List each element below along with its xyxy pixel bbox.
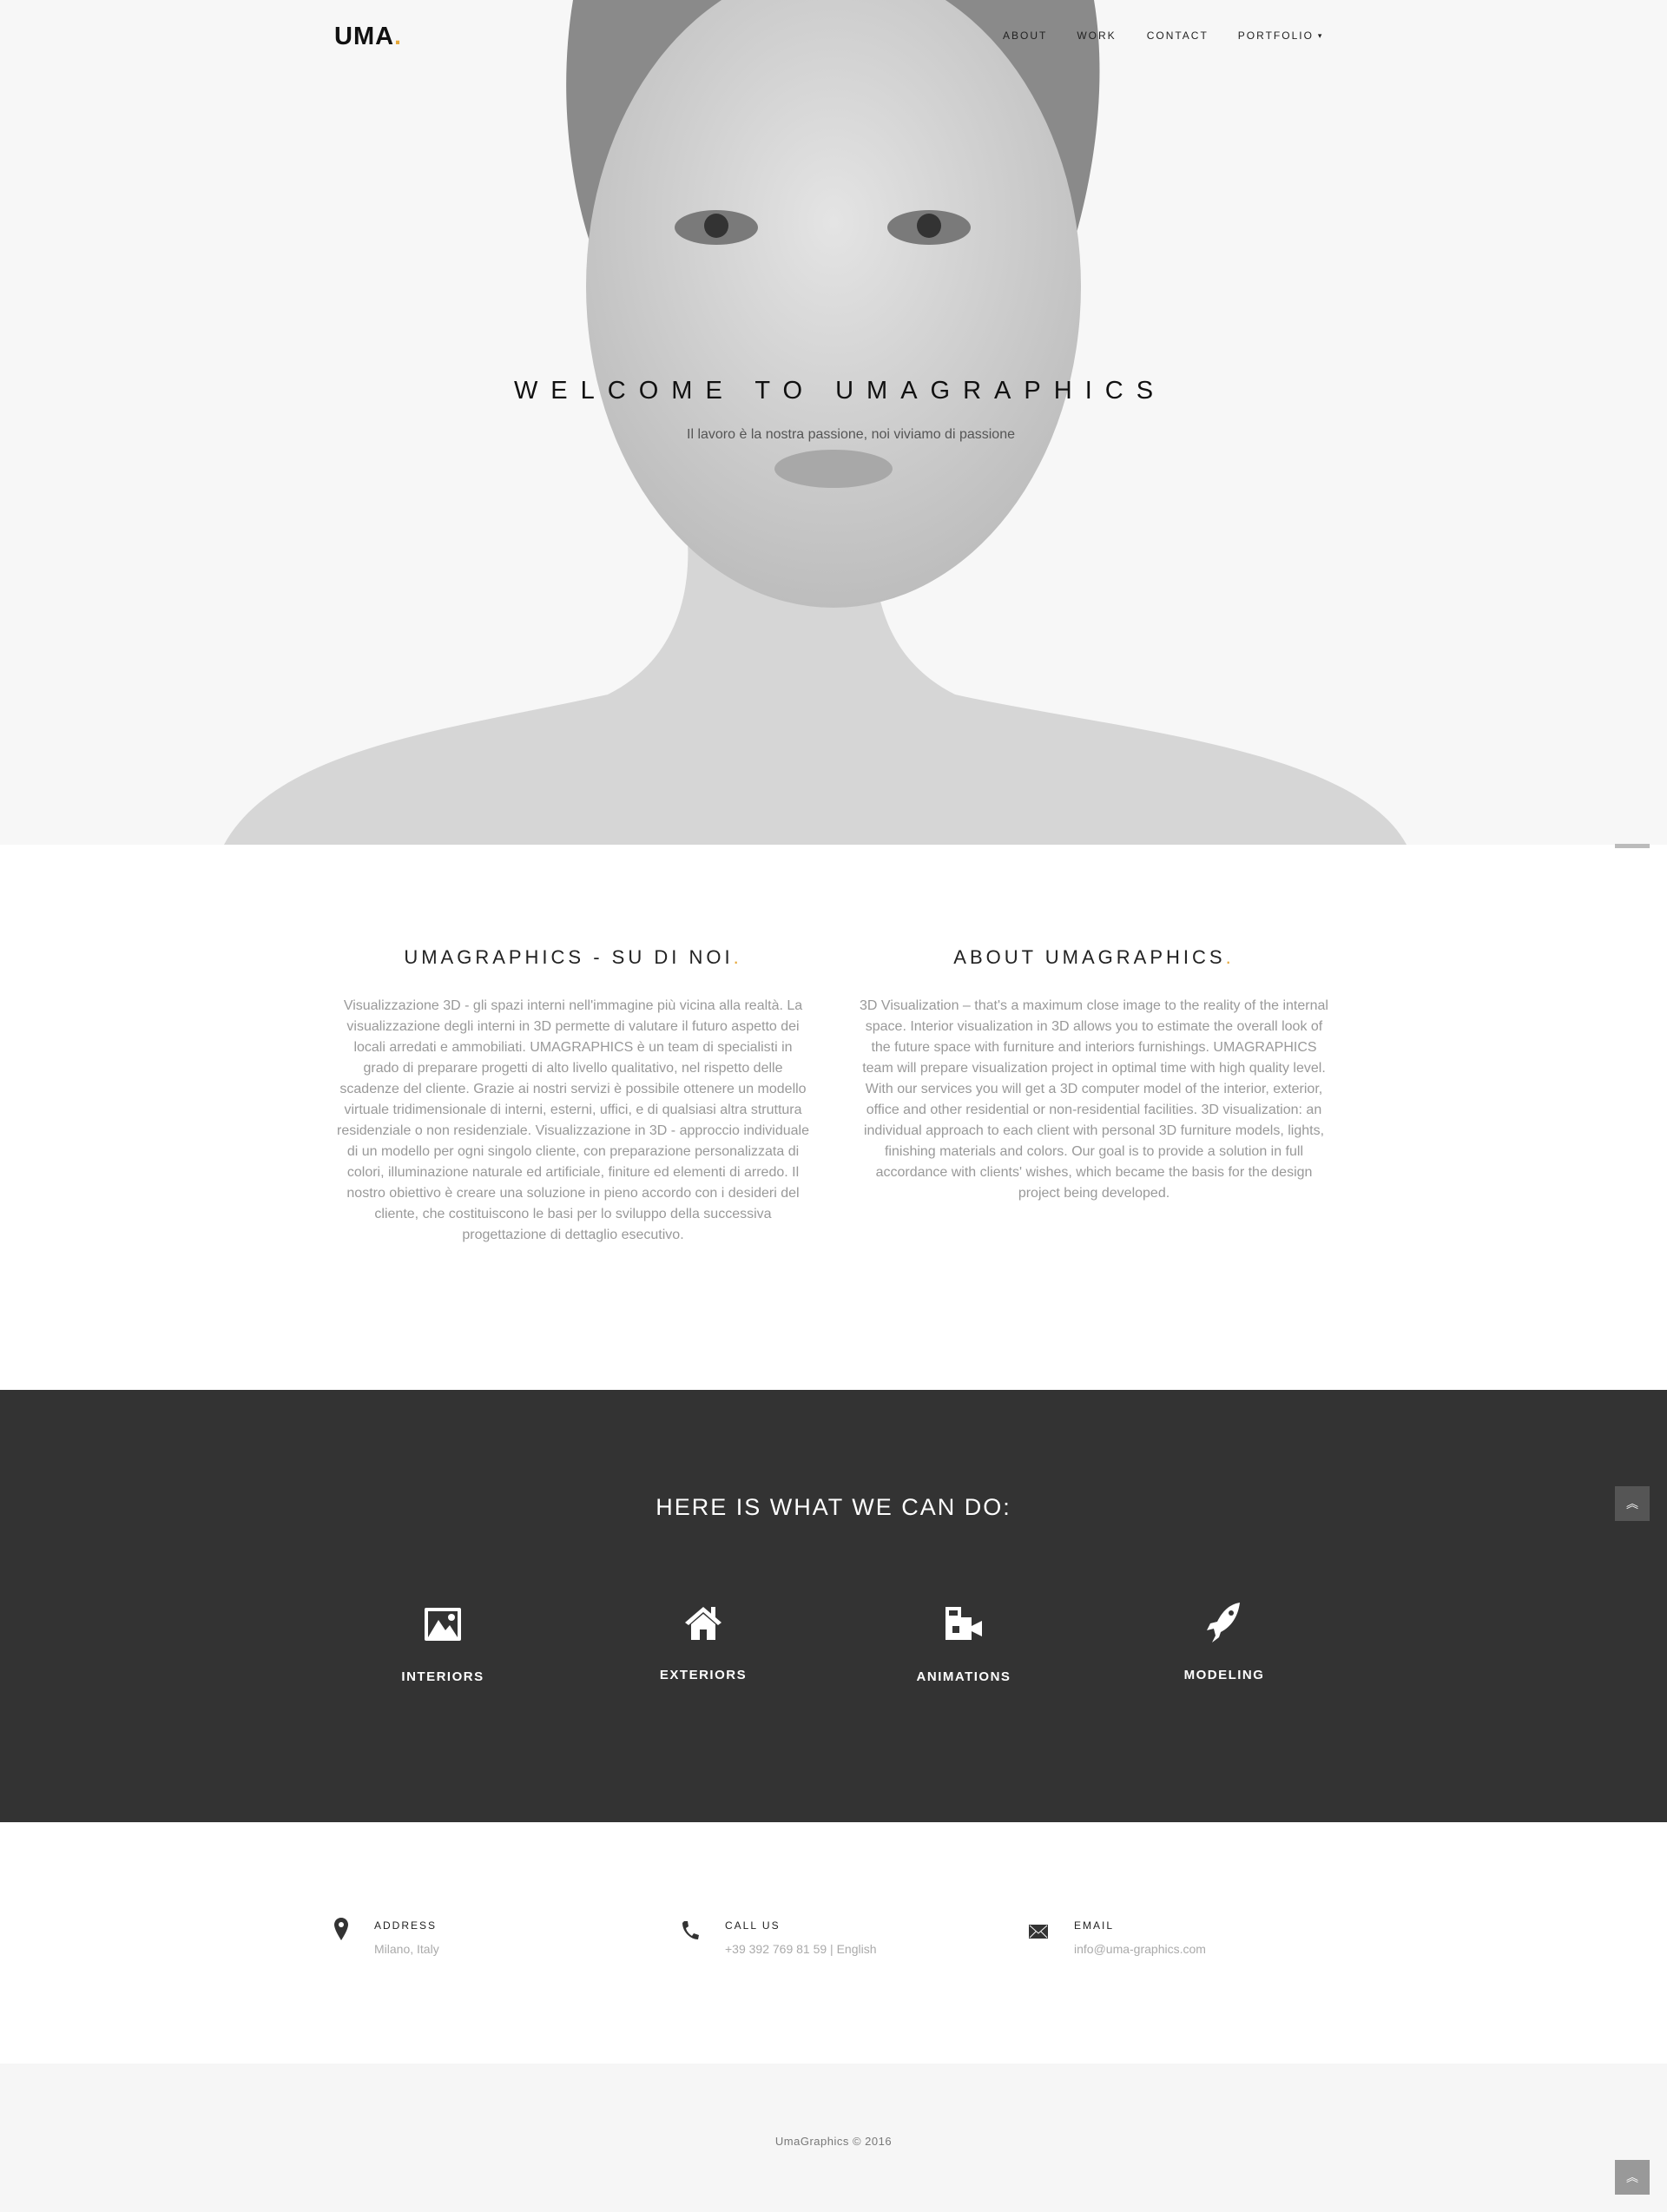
envelope-icon	[1029, 1925, 1048, 1939]
service-interiors[interactable]: INTERIORS	[356, 1598, 530, 1684]
contact-phone: CALL US +39 392 769 81 59 | English	[682, 1918, 877, 1956]
logo-dot: .	[394, 23, 403, 50]
hero-section: UMA. ABOUT WORK CONTACT PORTFOLIO ▾ WELCO…	[0, 0, 1667, 845]
contact-label: EMAIL	[1074, 1919, 1115, 1932]
double-chevron-up-icon: ︽	[1626, 1497, 1638, 1511]
copyright: UmaGraphics © 2016	[774, 2135, 893, 2148]
about-text: Visualizzazione 3D - gli spazi interni n…	[336, 998, 810, 1242]
contact-value[interactable]: +39 392 769 81 59 | English	[725, 1942, 877, 1956]
service-exteriors[interactable]: EXTERIORS	[616, 1596, 790, 1682]
section-heading: UMAGRAPHICS - SU DI NOI.	[334, 946, 812, 981]
contact-label: CALL US	[725, 1919, 781, 1932]
nav-portfolio[interactable]: PORTFOLIO ▾	[1238, 30, 1324, 42]
logo[interactable]: UMA.	[334, 23, 402, 51]
about-column-italian: UMAGRAPHICS - SU DI NOI. Visualizzazione…	[334, 920, 812, 1246]
portrait-image	[224, 0, 1407, 845]
rocket-icon	[1137, 1596, 1311, 1649]
nav-about[interactable]: ABOUT	[1003, 30, 1047, 42]
logo-text: UMA	[334, 23, 395, 50]
contact-value: Milano, Italy	[374, 1942, 439, 1956]
heading-dot: .	[1225, 946, 1235, 968]
video-camera-icon	[877, 1598, 1051, 1650]
scroll-top-button[interactable]: ︽	[1615, 2160, 1650, 2195]
services-title: HERE IS WHAT WE CAN DO:	[656, 1494, 1011, 1520]
contact-value[interactable]: info@uma-graphics.com	[1074, 1942, 1206, 1956]
service-label: INTERIORS	[401, 1669, 484, 1684]
nav-contact[interactable]: CONTACT	[1147, 30, 1209, 42]
service-animations[interactable]: ANIMATIONS	[877, 1598, 1051, 1684]
service-modeling[interactable]: MODELING	[1137, 1596, 1311, 1682]
contact-email: EMAIL info@uma-graphics.com	[1029, 1918, 1206, 1956]
contact-section: ADDRESS Milano, Italy CALL US +39 392 769 …	[0, 1822, 1667, 2064]
scroll-indicator[interactable]	[1615, 844, 1650, 848]
heading-text: ABOUT UMAGRAPHICS	[953, 946, 1226, 968]
back-to-top-button[interactable]: ︽	[1615, 1486, 1650, 1521]
heading-dot: .	[733, 946, 742, 968]
services-section: HERE IS WHAT WE CAN DO: INTERIORS EXTERI…	[0, 1390, 1667, 1822]
about-text: 3D Visualization – that's a maximum clos…	[860, 998, 1328, 1201]
heading-text: UMAGRAPHICS - SU DI NOI	[404, 946, 734, 968]
nav-label: CONTACT	[1146, 30, 1209, 42]
service-label: MODELING	[1183, 1668, 1265, 1682]
about-section: UMAGRAPHICS - SU DI NOI. Visualizzazione…	[334, 920, 1333, 1246]
house-icon	[616, 1596, 790, 1649]
about-column-english: ABOUT UMAGRAPHICS. 3D Visualization – th…	[855, 920, 1333, 1246]
picture-icon	[356, 1598, 530, 1650]
nav-label: ABOUT	[1003, 30, 1048, 42]
contact-label: ADDRESS	[374, 1919, 438, 1932]
hero-title: WELCOME TO UMAGRAPHICS	[513, 377, 1167, 405]
nav-label: WORK	[1077, 30, 1117, 42]
service-label: EXTERIORS	[659, 1668, 748, 1682]
contact-address: ADDRESS Milano, Italy	[334, 1918, 439, 1956]
service-label: ANIMATIONS	[916, 1669, 1011, 1684]
phone-icon	[682, 1921, 699, 1939]
nav-label: PORTFOLIO	[1237, 30, 1314, 42]
footer: UmaGraphics © 2016	[0, 2064, 1667, 2212]
map-marker-icon	[334, 1918, 348, 1940]
chevron-down-icon: ▾	[1317, 30, 1324, 40]
section-heading: ABOUT UMAGRAPHICS.	[855, 946, 1333, 981]
double-chevron-up-icon: ︽	[1626, 2170, 1638, 2184]
hero-subtitle: Il lavoro è la nostra passione, noi vivi…	[687, 427, 1015, 442]
nav-work[interactable]: WORK	[1077, 30, 1116, 42]
main-nav: ABOUT WORK CONTACT PORTFOLIO ▾	[1003, 30, 1353, 42]
